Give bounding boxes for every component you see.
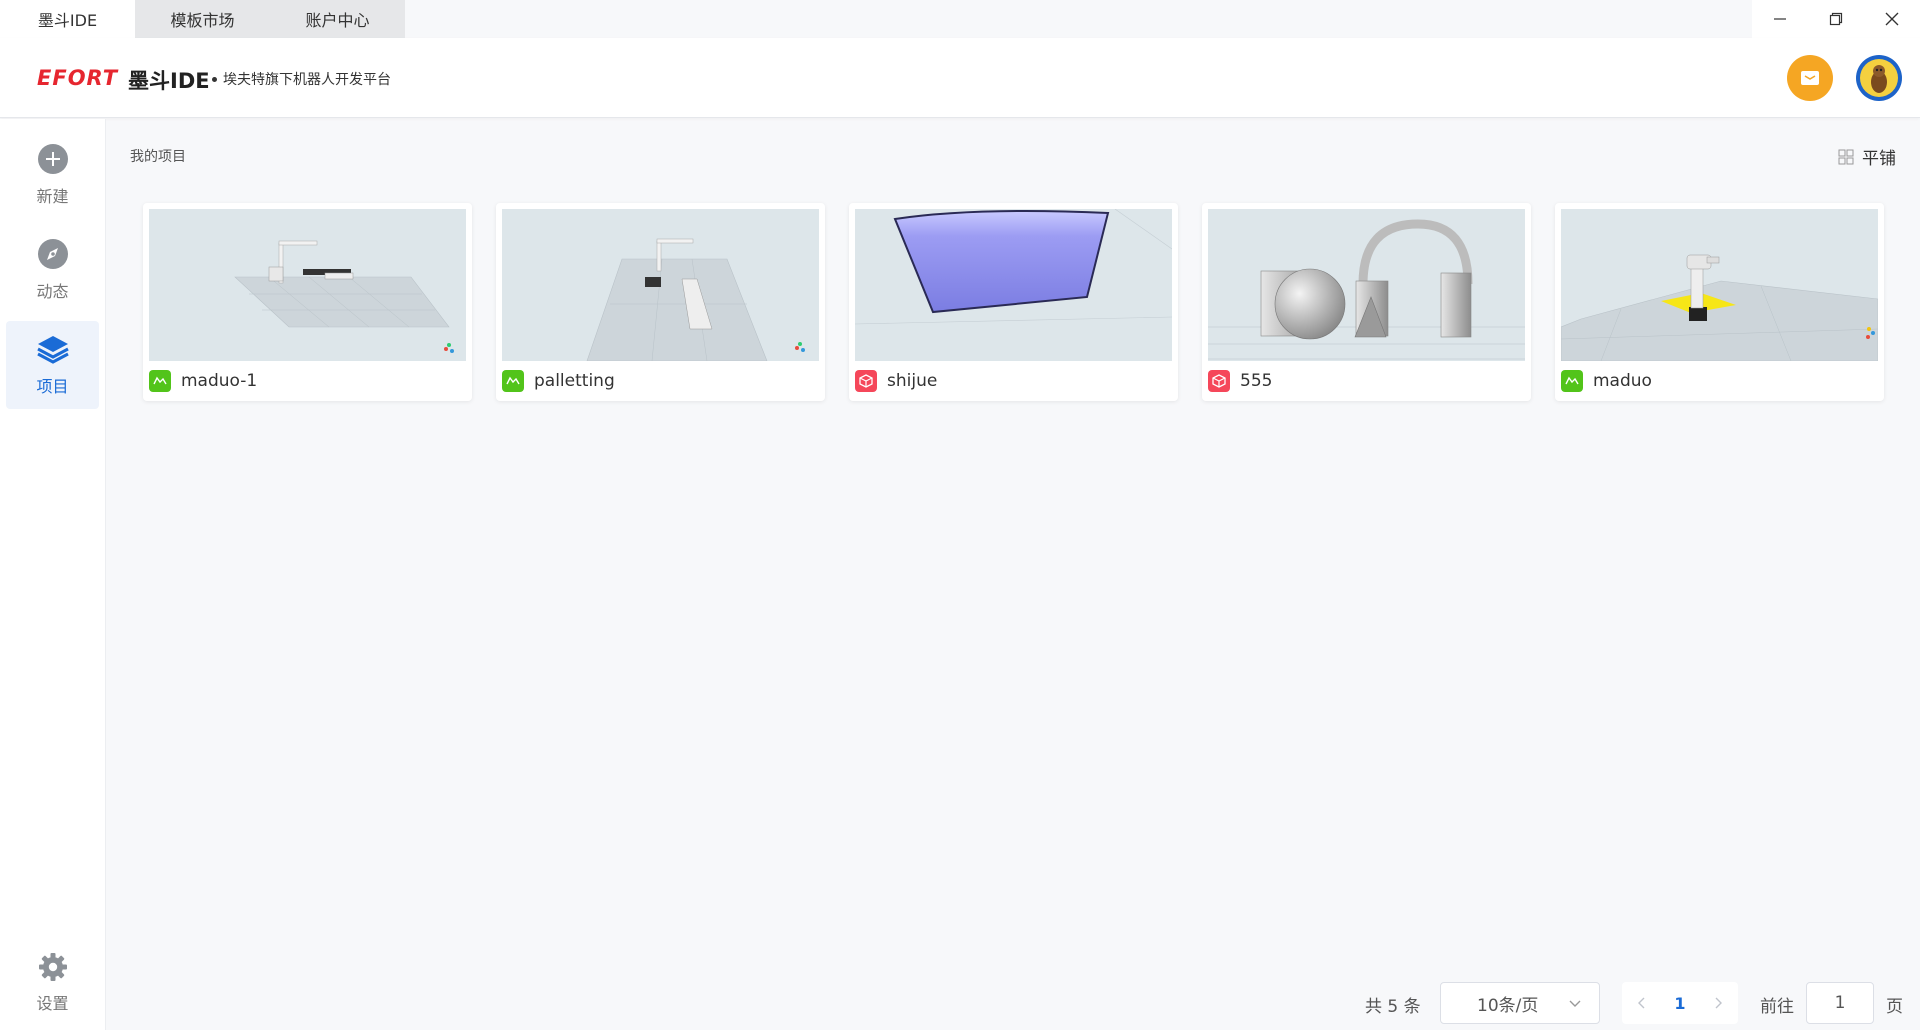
project-type-icon: [1561, 370, 1583, 392]
project-card[interactable]: shijue: [849, 203, 1178, 401]
project-name: palletting: [534, 371, 615, 391]
current-page[interactable]: 1: [1674, 994, 1685, 1013]
sidebar: 新建 动态 项目 设置: [0, 119, 106, 1030]
project-name: maduo: [1593, 371, 1652, 391]
project-thumbnail: [1561, 209, 1878, 361]
project-name: shijue: [887, 371, 938, 391]
project-thumbnail: [502, 209, 819, 361]
sidebar-item-projects[interactable]: 项目: [6, 321, 99, 409]
minimize-icon: [1774, 18, 1786, 20]
view-toggle-tile[interactable]: 平铺: [1838, 144, 1896, 169]
sidebar-item-label: 项目: [36, 377, 69, 396]
tab-label: 墨斗IDE: [37, 11, 98, 30]
messages-button[interactable]: [1787, 55, 1833, 101]
app-name: 墨斗IDE: [128, 69, 210, 93]
restore-button[interactable]: [1808, 0, 1864, 38]
project-grid: maduo-1 palletting shijue 555 maduo: [143, 203, 1884, 401]
app-subtitle: 埃夫特旗下机器人开发平台: [223, 72, 391, 88]
gear-icon: [38, 953, 67, 981]
project-name: maduo-1: [181, 371, 258, 391]
tab-template-market[interactable]: 模板市场: [135, 0, 270, 38]
page-size-value: 10条/页: [1477, 995, 1539, 1016]
sidebar-item-settings[interactable]: 设置: [6, 943, 99, 1023]
efort-logo: EFORT: [37, 66, 119, 90]
sidebar-item-label: 动态: [36, 282, 69, 301]
view-toggle-label: 平铺: [1862, 149, 1896, 169]
sidebar-item-activity[interactable]: 动态: [6, 226, 99, 314]
project-card[interactable]: 555: [1202, 203, 1531, 401]
project-type-icon: [502, 370, 524, 392]
compass-icon: [37, 239, 68, 269]
project-card[interactable]: maduo-1: [143, 203, 472, 401]
project-name: 555: [1240, 371, 1273, 391]
close-icon: [1885, 12, 1899, 26]
user-avatar[interactable]: [1856, 55, 1902, 101]
sidebar-item-label: 新建: [36, 187, 69, 206]
total-count: 共 5 条: [1365, 997, 1421, 1017]
avatar-image: [1860, 59, 1898, 97]
close-window-button[interactable]: [1864, 0, 1920, 38]
pagination: 共 5 条 10条/页 1 前往 页: [106, 982, 1920, 1024]
prev-page-button[interactable]: [1636, 996, 1648, 1010]
chevron-down-icon: [1569, 1000, 1581, 1007]
section-title: 我的项目: [130, 149, 186, 165]
sidebar-item-label: 设置: [36, 994, 69, 1013]
minimize-button[interactable]: [1752, 0, 1808, 38]
title-bar-drag-area: [405, 0, 1752, 38]
project-type-icon: [855, 370, 877, 392]
layers-icon: [36, 336, 69, 364]
main-content: 我的项目 平铺 maduo-1 palletting shijue 555 ma…: [106, 119, 1920, 1030]
project-type-icon: [149, 370, 171, 392]
pager: 1: [1622, 982, 1738, 1024]
page-unit-label: 页: [1886, 997, 1903, 1017]
project-card[interactable]: palletting: [496, 203, 825, 401]
tab-account-center[interactable]: 账户中心: [270, 0, 405, 38]
project-thumbnail: [149, 209, 466, 361]
separator-dot: [212, 77, 217, 82]
title-bar: 墨斗IDE 模板市场 账户中心: [0, 0, 1920, 38]
project-thumbnail: [855, 209, 1172, 361]
goto-page-input[interactable]: [1806, 982, 1874, 1024]
project-type-icon: [1208, 370, 1230, 392]
tab-label: 账户中心: [305, 11, 370, 30]
page-size-select[interactable]: 10条/页: [1440, 982, 1600, 1024]
restore-icon: [1829, 12, 1843, 26]
project-thumbnail: [1208, 209, 1525, 361]
project-card[interactable]: maduo: [1555, 203, 1884, 401]
app-header: EFORT 墨斗IDE 埃夫特旗下机器人开发平台: [0, 38, 1920, 118]
plus-circle-icon: [37, 144, 68, 174]
goto-label: 前往: [1760, 997, 1794, 1017]
tab-label: 模板市场: [170, 11, 235, 30]
grid-icon: [1838, 149, 1854, 164]
mail-icon: [1801, 71, 1819, 85]
sidebar-item-new[interactable]: 新建: [6, 131, 99, 219]
tab-modou-ide[interactable]: 墨斗IDE: [0, 0, 135, 38]
next-page-button[interactable]: [1712, 996, 1724, 1010]
